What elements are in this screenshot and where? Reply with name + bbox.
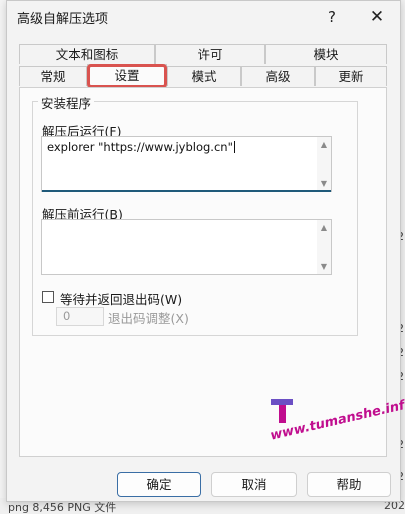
setup-tab-page: 安装程序 解压后运行(F) explorer "https://www.jybl… <box>19 87 387 457</box>
tab-general[interactable]: 常规 <box>19 66 87 86</box>
run-after-value: explorer "https://www.jyblog.cn" <box>47 140 235 154</box>
dialog-title: 高级自解压选项 <box>17 12 109 27</box>
setup-group-label: 安装程序 <box>38 93 95 112</box>
sfx-options-dialog: 高级自解压选项 ? ✕ 文本和图标 许可 模块 常规 设置 模式 高级 更新 安… <box>6 0 405 502</box>
run-after-textarea[interactable]: explorer "https://www.jyblog.cn" ▲ ▼ <box>41 136 332 192</box>
tab-modules[interactable]: 模块 <box>265 44 387 64</box>
tab-highlight-annotation <box>87 64 167 88</box>
tab-license[interactable]: 许可 <box>155 44 265 64</box>
tab-update[interactable]: 更新 <box>315 66 387 86</box>
scroll-down-icon[interactable]: ▼ <box>317 262 331 271</box>
help-button[interactable]: 帮助 <box>307 472 391 497</box>
dialog-titlebar: 高级自解压选项 ? ✕ <box>7 1 400 33</box>
run-before-scrollbar[interactable]: ▲ ▼ <box>317 220 331 274</box>
exit-code-label: 退出码调整(X) <box>108 311 189 326</box>
exit-code-input[interactable]: 0 <box>56 307 104 326</box>
text-caret <box>233 141 235 153</box>
focus-underline <box>42 190 331 192</box>
wait-exit-code-label[interactable]: 等待并返回退出码(W) <box>60 289 182 308</box>
tab-mode[interactable]: 模式 <box>167 66 241 86</box>
watermark-logo-icon <box>271 399 293 423</box>
wait-exit-code-checkbox[interactable] <box>42 291 54 303</box>
tab-advanced[interactable]: 高级 <box>241 66 315 86</box>
tab-text-and-icon[interactable]: 文本和图标 <box>19 44 155 64</box>
scroll-up-icon[interactable]: ▲ <box>317 223 331 232</box>
close-button[interactable]: ✕ <box>362 4 392 30</box>
scroll-up-icon[interactable]: ▲ <box>317 140 331 149</box>
run-before-textarea[interactable]: ▲ ▼ <box>41 219 332 275</box>
ok-button[interactable]: 确定 <box>117 472 201 497</box>
run-after-scrollbar[interactable]: ▲ ▼ <box>317 137 331 191</box>
title-help-button[interactable]: ? <box>317 4 347 30</box>
scroll-down-icon[interactable]: ▼ <box>317 179 331 188</box>
cancel-button[interactable]: 取消 <box>211 472 297 497</box>
